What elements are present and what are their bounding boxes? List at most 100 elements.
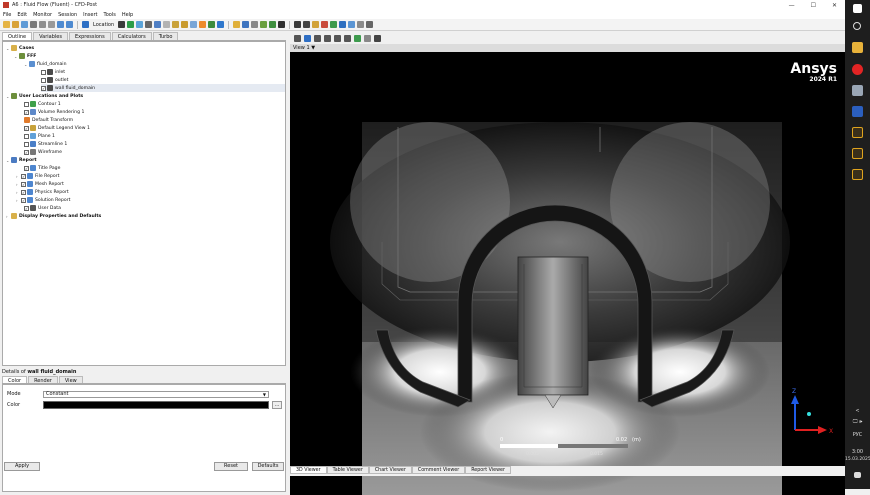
legend-visibility-checkbox[interactable]: ✓ (24, 125, 29, 131)
animation-icon[interactable] (294, 21, 302, 28)
select-icon[interactable] (294, 34, 301, 42)
chart-icon[interactable] (260, 21, 268, 28)
mesh-calculator-icon[interactable] (348, 21, 356, 28)
tab-report-viewer[interactable]: Report Viewer (465, 466, 511, 474)
tree-item-streamline[interactable]: Streamline 1 (24, 140, 67, 148)
menu-edit[interactable]: Edit (17, 12, 27, 18)
tree-item-fff[interactable]: ⌄ FFF (14, 52, 36, 60)
clock-time[interactable]: 3:00 (845, 449, 870, 455)
tab-view[interactable]: View (58, 376, 83, 384)
load-results-icon[interactable] (21, 21, 28, 28)
undo-icon[interactable] (57, 21, 64, 28)
tray-chevron-icon[interactable]: < (845, 408, 870, 414)
tab-color[interactable]: Color (2, 376, 28, 384)
print-icon[interactable] (39, 21, 46, 28)
inlet-visibility-checkbox[interactable] (41, 69, 46, 75)
close-button[interactable]: ✕ (832, 2, 837, 9)
tree-item-fluid-domain[interactable]: ⌄ fluid_domain (24, 60, 67, 68)
mode-select[interactable]: Constant ▼ (43, 391, 269, 398)
vector-icon[interactable] (118, 21, 126, 28)
view-selector[interactable]: View 1 ▼ (290, 44, 845, 52)
streamline-visibility-checkbox[interactable] (24, 141, 29, 147)
isosurface-icon[interactable] (163, 21, 171, 28)
report-icon[interactable] (366, 21, 374, 28)
viewport-layout-icon[interactable] (364, 34, 371, 42)
quick-editor-icon[interactable] (312, 21, 320, 28)
tree-item-user-data[interactable]: ✓ User Data (24, 204, 61, 212)
menu-monitor[interactable]: Monitor (33, 12, 52, 18)
variable-icon[interactable] (233, 21, 241, 28)
tree-item-report[interactable]: ⌄ Report (6, 156, 37, 164)
probe-icon[interactable] (321, 21, 329, 28)
comment-icon[interactable] (269, 21, 277, 28)
clip-plane-icon[interactable] (208, 21, 216, 28)
menu-insert[interactable]: Insert (83, 12, 97, 18)
tree-item-wireframe[interactable]: ✓ Wireframe (24, 148, 62, 156)
file-explorer-icon[interactable] (852, 42, 863, 53)
menu-session[interactable]: Session (58, 12, 77, 18)
tray-icons[interactable]: 🖵 🕪 (845, 419, 870, 425)
volume-rendering-icon[interactable] (154, 21, 162, 28)
tab-variables[interactable]: Variables (33, 32, 68, 40)
location-icon[interactable] (82, 21, 89, 28)
streamline-icon[interactable] (136, 21, 144, 28)
tree-item-plane[interactable]: Plane 1 (24, 132, 55, 140)
coordinate-frame-icon[interactable] (181, 21, 189, 28)
notification-icon[interactable] (854, 472, 861, 478)
plane-visibility-checkbox[interactable] (24, 133, 29, 139)
macro-calculator-icon[interactable] (339, 21, 347, 28)
file-report-checkbox[interactable]: ✓ (21, 173, 26, 179)
language-indicator[interactable]: РУС (845, 432, 870, 438)
tree-item-solution-report[interactable]: › ✓ Solution Report (16, 196, 70, 204)
tab-render[interactable]: Render (28, 376, 58, 384)
screenshot-icon[interactable] (303, 21, 311, 28)
menu-help[interactable]: Help (122, 12, 133, 18)
clock-date[interactable]: 15.03.2025 (845, 457, 870, 462)
tab-chart-viewer[interactable]: Chart Viewer (368, 466, 412, 474)
text-icon[interactable] (172, 21, 180, 28)
apply-button[interactable]: Apply (4, 462, 40, 471)
minimize-button[interactable]: — (789, 2, 795, 9)
start-icon[interactable] (853, 4, 862, 13)
function-calculator-icon[interactable] (330, 21, 338, 28)
maximize-button[interactable]: ☐ (811, 2, 816, 9)
tab-table-viewer[interactable]: Table Viewer (326, 466, 369, 474)
outlet-visibility-checkbox[interactable] (41, 77, 46, 83)
reset-button[interactable]: Reset (214, 462, 248, 471)
open-icon[interactable] (12, 21, 19, 28)
figure-icon[interactable] (278, 21, 286, 28)
table-icon[interactable] (251, 21, 259, 28)
tree-item-physics-report[interactable]: › ✓ Physics Report (16, 188, 69, 196)
location-menu[interactable]: Location (93, 22, 114, 28)
wireframe-visibility-checkbox[interactable]: ✓ (24, 149, 29, 155)
tree-item-title-page[interactable]: ✓ Title Page (24, 164, 60, 172)
tree-item-wall[interactable]: ✓ wall fluid_domain (41, 84, 285, 92)
tree-item-contour[interactable]: Contour 1 (24, 100, 61, 108)
yandex-browser-icon[interactable] (852, 64, 863, 75)
tab-outline[interactable]: Outline (2, 32, 33, 40)
redo-icon[interactable] (66, 21, 73, 28)
user-data-checkbox[interactable]: ✓ (24, 205, 29, 211)
legend-icon[interactable] (190, 21, 198, 28)
3d-viewport[interactable]: 0 0.02 (m) 0.005 0.015 Z X Ansys 2024 R1 (290, 52, 845, 495)
tree-item-user-locations[interactable]: ⌄ User Locations and Plots (6, 92, 83, 100)
tree-item-default-legend[interactable]: ✓ Default Legend View 1 (24, 124, 90, 132)
pan-icon[interactable] (314, 34, 321, 42)
solution-report-checkbox[interactable]: ✓ (21, 197, 26, 203)
search-icon[interactable] (853, 22, 861, 30)
physics-report-checkbox[interactable]: ✓ (21, 189, 26, 195)
fit-view-icon[interactable] (344, 34, 351, 42)
case-comparison-icon[interactable] (357, 21, 365, 28)
tree-item-outlet[interactable]: outlet (41, 76, 68, 84)
wall-visibility-checkbox[interactable]: ✓ (41, 85, 46, 91)
tree-item-volume-rendering[interactable]: ✓ Volume Rendering 1 (24, 108, 84, 116)
tree-item-inlet[interactable]: inlet (41, 68, 65, 76)
tab-comment-viewer[interactable]: Comment Viewer (411, 466, 466, 474)
color-map-icon[interactable] (217, 21, 225, 28)
tree-item-default-transform[interactable]: Default Transform (24, 116, 73, 124)
tree-item-file-report[interactable]: › ✓ File Report (16, 172, 59, 180)
volume-rendering-visibility-checkbox[interactable]: ✓ (24, 109, 29, 115)
app-icon[interactable] (852, 85, 863, 96)
tab-calculators[interactable]: Calculators (111, 32, 152, 40)
contour-icon[interactable] (127, 21, 135, 28)
